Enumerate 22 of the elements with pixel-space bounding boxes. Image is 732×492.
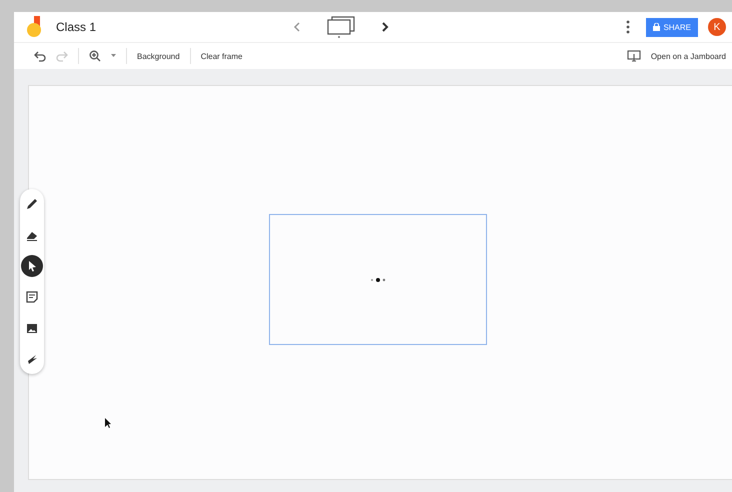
image-icon <box>25 321 39 335</box>
cursor-icon <box>105 418 112 428</box>
background-button[interactable]: Background <box>137 52 180 60</box>
share-button[interactable]: SHARE <box>646 18 698 36</box>
zoom-icon[interactable] <box>89 50 101 62</box>
frames-icon[interactable] <box>326 16 356 38</box>
dropdown-icon[interactable] <box>111 54 116 58</box>
select-tool[interactable] <box>21 255 43 277</box>
clear-frame-button[interactable]: Clear frame <box>200 52 242 60</box>
open-on-jamboard-button[interactable]: Open on a Jamboard <box>650 52 726 60</box>
handle-dots-icon <box>370 278 386 282</box>
chevron-left-icon[interactable] <box>292 21 302 33</box>
lock-icon <box>653 23 660 31</box>
cast-icon[interactable] <box>626 50 641 62</box>
more-icon[interactable] <box>626 20 630 34</box>
laser-icon <box>25 352 39 366</box>
avatar[interactable]: K <box>708 18 726 36</box>
note-icon <box>25 290 39 304</box>
chevron-right-icon[interactable] <box>380 21 390 33</box>
pen-icon <box>25 197 39 211</box>
undo-icon[interactable] <box>34 50 46 62</box>
board-title: Class 1 <box>56 20 96 34</box>
